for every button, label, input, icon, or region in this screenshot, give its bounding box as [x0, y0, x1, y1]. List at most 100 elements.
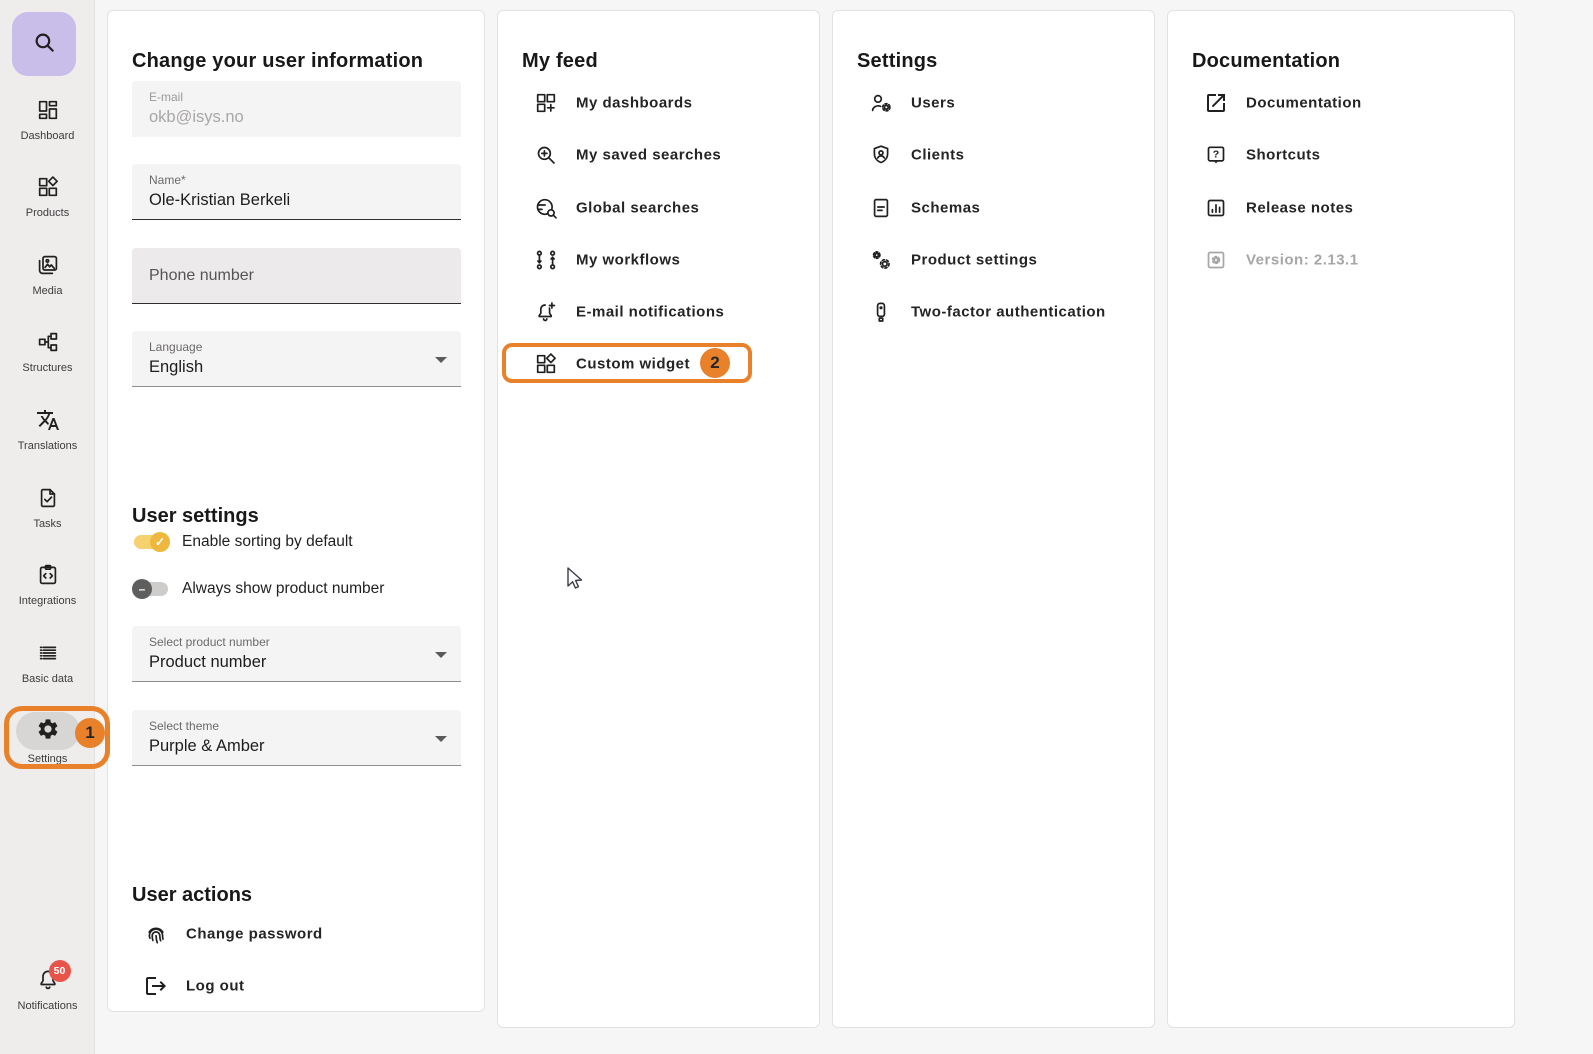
email-field-value: okb@isys.no	[149, 108, 244, 127]
item-label: Documentation	[1246, 95, 1362, 112]
notification-badge: 50	[49, 960, 71, 982]
item-label: Shortcuts	[1246, 147, 1321, 164]
sidebar-item-media[interactable]: Media	[0, 253, 95, 297]
version-label: Version: 2.13.1	[1246, 252, 1359, 269]
table-rows-icon	[36, 641, 60, 670]
sidebar-item-translations[interactable]: Translations	[0, 408, 95, 452]
name-field[interactable]: Name* Ole-Kristian Berkeli	[132, 164, 461, 220]
gear-box-icon	[1204, 248, 1228, 272]
widgets-icon	[36, 175, 60, 204]
sidebar-item-label: Structures	[22, 362, 72, 374]
chevron-down-icon	[435, 357, 447, 363]
search-icon	[31, 29, 57, 60]
email-field-label: E-mail	[149, 90, 183, 104]
global-searches-item[interactable]: Global searches	[498, 182, 819, 234]
item-label: Custom widget	[576, 356, 690, 373]
check-icon: ✓	[150, 532, 170, 552]
fingerprint-icon	[144, 922, 168, 946]
sidebar-item-label: Tasks	[33, 518, 61, 530]
item-label: Users	[911, 95, 955, 112]
documentation-link[interactable]: Documentation	[1168, 77, 1514, 129]
integration-instructions-icon	[36, 563, 60, 592]
sidebar-item-label: Settings	[28, 753, 68, 765]
clients-item[interactable]: Clients	[833, 129, 1154, 181]
add-alert-icon	[534, 300, 558, 324]
item-label: Product settings	[911, 252, 1037, 269]
logout-icon	[144, 974, 168, 998]
language-select-value: English	[149, 358, 203, 377]
chart-box-icon	[1204, 196, 1228, 220]
gear-icon	[36, 717, 60, 746]
users-item[interactable]: Users	[833, 77, 1154, 129]
shortcuts-link[interactable]: ? Shortcuts	[1168, 129, 1514, 181]
widgets-icon	[534, 352, 558, 376]
svg-text:?: ?	[1213, 149, 1219, 161]
item-label: Clients	[911, 147, 965, 164]
my-saved-searches-item[interactable]: My saved searches	[498, 129, 819, 181]
two-factor-item[interactable]: Two-factor authentication	[833, 286, 1154, 338]
product-number-select-label: Select product number	[149, 635, 270, 649]
custom-widget-item[interactable]: Custom widget	[498, 338, 819, 390]
product-number-select[interactable]: Select product number Product number	[132, 626, 461, 682]
sidebar-item-label: Translations	[18, 440, 78, 452]
sidebar-item-structures[interactable]: Structures	[0, 330, 95, 374]
product-number-toggle[interactable]: –	[132, 576, 170, 602]
my-workflows-item[interactable]: My workflows	[498, 234, 819, 286]
schemas-item[interactable]: Schemas	[833, 182, 1154, 234]
toggle-label: Enable sorting by default	[182, 533, 353, 551]
toggle-label: Always show product number	[182, 580, 384, 598]
log-out-button[interactable]: Log out	[108, 960, 484, 1012]
release-notes-link[interactable]: Release notes	[1168, 182, 1514, 234]
chevron-down-icon	[435, 652, 447, 658]
panel-title: My feed	[522, 50, 598, 73]
language-select-label: Language	[149, 340, 202, 354]
phone-field[interactable]: Phone number	[132, 248, 461, 304]
name-field-value: Ole-Kristian Berkeli	[149, 191, 290, 210]
sidebar-item-label: Products	[26, 207, 69, 219]
toggle-row-product-number: – Always show product number	[132, 576, 384, 602]
saved-search-icon	[534, 143, 558, 167]
panel-user-information: Change your user information E-mail okb@…	[107, 10, 485, 1012]
email-notifications-item[interactable]: E-mail notifications	[498, 286, 819, 338]
sidebar-item-notifications[interactable]: 50 Notifications	[0, 968, 95, 1012]
sorting-toggle[interactable]: ✓	[132, 529, 170, 555]
sidebar-item-products[interactable]: Products	[0, 175, 95, 219]
panel-title: Documentation	[1192, 50, 1340, 73]
sidebar: Dashboard Products Media Structures Tran…	[0, 0, 95, 1054]
version-info: Version: 2.13.1	[1168, 234, 1514, 286]
panel-my-feed: My feed My dashboards My saved searches …	[497, 10, 820, 1028]
log-out-label: Log out	[186, 978, 244, 995]
item-label: E-mail notifications	[576, 304, 724, 321]
sidebar-item-dashboard[interactable]: Dashboard	[0, 98, 95, 142]
theme-select[interactable]: Select theme Purple & Amber	[132, 710, 461, 766]
photo-library-icon	[36, 253, 60, 282]
panel-settings: Settings Users Clients Schemas Product s…	[832, 10, 1155, 1028]
sidebar-item-label: Media	[33, 285, 63, 297]
page-title: Change your user information	[132, 50, 423, 73]
app: Dashboard Products Media Structures Tran…	[0, 0, 1593, 1054]
settings-active-pill	[16, 712, 80, 750]
product-settings-item[interactable]: Product settings	[833, 234, 1154, 286]
change-password-button[interactable]: Change password	[108, 908, 484, 960]
user-actions-heading: User actions	[132, 884, 252, 907]
chevron-down-icon	[435, 736, 447, 742]
document-icon	[869, 196, 893, 220]
travel-explore-icon	[534, 196, 558, 220]
phone-field-placeholder: Phone number	[149, 248, 254, 304]
item-label: My dashboards	[576, 95, 693, 112]
language-select[interactable]: Language English	[132, 331, 461, 387]
item-label: Schemas	[911, 200, 980, 217]
schema-icon	[36, 330, 60, 359]
product-number-select-value: Product number	[149, 653, 266, 672]
my-dashboards-item[interactable]: My dashboards	[498, 77, 819, 129]
search-button[interactable]	[12, 12, 76, 76]
sidebar-item-basic-data[interactable]: Basic data	[0, 641, 95, 685]
security-key-icon	[869, 300, 893, 324]
item-label: Global searches	[576, 200, 699, 217]
sidebar-item-label: Notifications	[18, 1000, 78, 1012]
sidebar-item-integrations[interactable]: Integrations	[0, 563, 95, 607]
change-password-label: Change password	[186, 926, 323, 943]
item-label: My workflows	[576, 252, 680, 269]
item-label: My saved searches	[576, 147, 721, 164]
sidebar-item-tasks[interactable]: Tasks	[0, 486, 95, 530]
